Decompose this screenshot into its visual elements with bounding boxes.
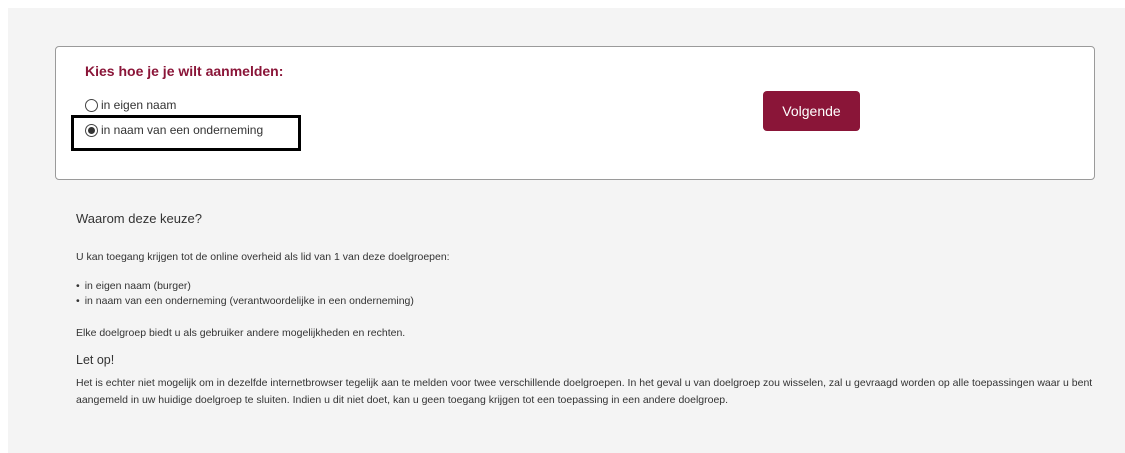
- choice-title: Kies hoe je je wilt aanmelden:: [85, 63, 284, 79]
- login-choice-card: Kies hoe je je wilt aanmelden: in eigen …: [55, 46, 1095, 180]
- option-own-name-label: in eigen naam: [101, 98, 177, 112]
- list-item: in eigen naam (burger): [76, 279, 414, 294]
- option-company[interactable]: in naam van een onderneming: [85, 122, 263, 138]
- attention-text: Het is echter niet mogelijk om in dezelf…: [76, 377, 1093, 406]
- radio-company[interactable]: [85, 123, 98, 137]
- rights-text: Elke doelgroep biedt u als gebruiker and…: [76, 327, 406, 339]
- list-item: in naam van een onderneming (verantwoord…: [76, 294, 414, 309]
- next-button[interactable]: Volgende: [763, 91, 860, 131]
- option-company-label: in naam van een onderneming: [101, 123, 264, 137]
- attention-heading: Let op!: [76, 353, 115, 367]
- radio-own-name[interactable]: [85, 98, 98, 112]
- intro-text: U kan toegang krijgen tot de online over…: [76, 251, 450, 263]
- target-group-list: in eigen naam (burger) in naam van een o…: [76, 279, 414, 309]
- option-own-name[interactable]: in eigen naam: [85, 97, 176, 113]
- why-heading: Waarom deze keuze?: [76, 211, 202, 226]
